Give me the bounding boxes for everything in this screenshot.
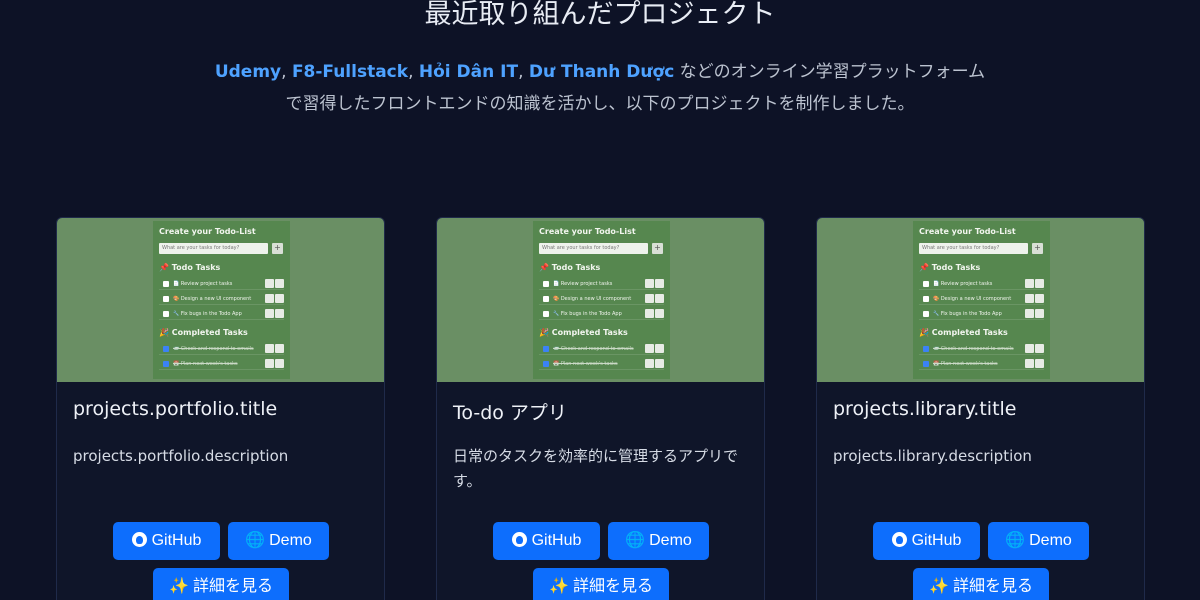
demo-button[interactable]: 🌐 Demo <box>228 522 329 560</box>
project-thumbnail[interactable]: Create your Todo-List What are your task… <box>57 218 384 382</box>
platform-duthanhduoc: Dư Thanh Dược <box>528 62 675 82</box>
sparkles-icon: ✨ <box>169 578 189 595</box>
todo-app-screenshot: Create your Todo-List What are your task… <box>913 221 1050 379</box>
platform-udemy: Udemy <box>214 62 282 82</box>
project-card-library: Create your Todo-List What are your task… <box>816 217 1145 600</box>
todo-app-screenshot: Create your Todo-List What are your task… <box>533 221 670 379</box>
project-thumbnail[interactable]: Create your Todo-List What are your task… <box>817 218 1144 382</box>
project-title: projects.library.title <box>833 398 1017 420</box>
intro-line-1: Udemy, F8-Fullstack, Hỏi Dân IT, Dư Than… <box>214 62 986 82</box>
github-icon <box>511 532 527 547</box>
project-description: projects.library.description <box>833 447 1032 465</box>
project-title: To-do アプリ <box>453 402 567 424</box>
github-icon <box>131 532 147 547</box>
project-card-portfolio: Create your Todo-List What are your task… <box>56 217 385 600</box>
intro-text: Udemy, F8-Fullstack, Hỏi Dân IT, Dư Than… <box>0 56 1200 120</box>
github-button[interactable]: GitHub <box>493 522 600 560</box>
sparkles-icon: ✨ <box>549 578 569 595</box>
github-button[interactable]: GitHub <box>873 522 980 560</box>
todo-app-screenshot: Create your Todo-List What are your task… <box>153 221 290 379</box>
view-details-button[interactable]: ✨ 詳細を見る <box>913 568 1049 600</box>
platform-f8: F8-Fullstack <box>291 62 409 82</box>
github-button[interactable]: GitHub <box>113 522 220 560</box>
intro-line-1-rest: などのオンライン学習プラットフォーム <box>674 62 986 82</box>
project-card-todo: Create your Todo-List What are your task… <box>436 217 765 600</box>
platform-hoidanit: Hỏi Dân IT <box>418 62 519 82</box>
project-title: projects.portfolio.title <box>73 398 278 420</box>
view-details-button[interactable]: ✨ 詳細を見る <box>533 568 669 600</box>
globe-icon: 🌐 <box>1005 532 1026 549</box>
globe-icon: 🌐 <box>245 532 266 549</box>
project-thumbnail[interactable]: Create your Todo-List What are your task… <box>437 218 764 382</box>
github-icon <box>891 532 907 547</box>
sparkles-icon: ✨ <box>929 578 949 595</box>
project-description: projects.portfolio.description <box>73 447 289 465</box>
project-description: 日常のタスクを効率的に管理するアプリです。 <box>453 447 739 490</box>
demo-button[interactable]: 🌐 Demo <box>988 522 1089 560</box>
section-title: 最近取り組んだプロジェクト <box>424 0 776 30</box>
view-details-button[interactable]: ✨ 詳細を見る <box>153 568 289 600</box>
demo-button[interactable]: 🌐 Demo <box>608 522 709 560</box>
globe-icon: 🌐 <box>625 532 646 549</box>
intro-line-2: で習得したフロントエンドの知識を活かし、以下のプロジェクトを制作しました。 <box>285 94 915 114</box>
